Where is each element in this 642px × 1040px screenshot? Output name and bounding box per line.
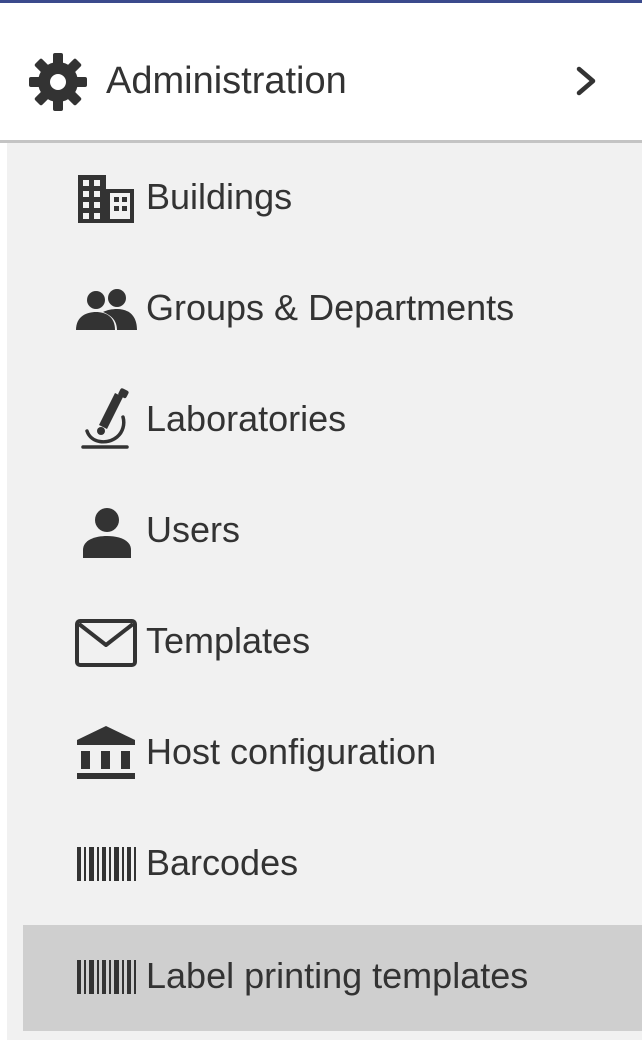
menu-item-laboratories[interactable]: Laboratories <box>23 365 642 475</box>
menu-item-label: Laboratories <box>146 398 347 439</box>
menu-item-label: Barcodes <box>146 842 299 883</box>
barcode-icon <box>77 960 136 994</box>
menu-item-label: Buildings <box>146 176 293 217</box>
menu-item-buildings[interactable]: Buildings <box>23 143 642 253</box>
menu-item-templates[interactable]: Templates <box>23 587 642 697</box>
menu-item-barcodes[interactable]: Barcodes <box>23 809 642 919</box>
menu-item-groups-departments[interactable]: Groups & Departments <box>23 254 642 364</box>
menu-item-label: Host configuration <box>146 731 437 772</box>
barcode-icon <box>77 847 136 881</box>
header-title: Administration <box>106 60 347 102</box>
menu-item-label: Templates <box>146 620 311 661</box>
envelope-icon <box>75 619 137 667</box>
left-gutter <box>0 143 7 1040</box>
administration-submenu: Buildings Groups & Departments Laborator… <box>7 143 642 1040</box>
menu-item-label: Users <box>146 509 241 550</box>
building-icon <box>78 175 134 223</box>
institution-icon <box>77 726 135 779</box>
user-icon <box>83 508 131 558</box>
people-icon <box>76 289 137 330</box>
administration-header[interactable]: Administration <box>0 3 642 141</box>
menu-item-users[interactable]: Users <box>23 476 642 586</box>
microscope-icon <box>81 388 129 449</box>
menu-item-label: Groups & Departments <box>146 287 515 328</box>
gear-icon <box>29 53 87 111</box>
chevron-right-icon[interactable] <box>574 63 598 99</box>
menu-item-label: Label printing templates <box>146 955 529 996</box>
menu-item-host-configuration[interactable]: Host configuration <box>23 698 642 808</box>
menu-item-label-printing-templates[interactable]: Label printing templates <box>23 925 642 1031</box>
